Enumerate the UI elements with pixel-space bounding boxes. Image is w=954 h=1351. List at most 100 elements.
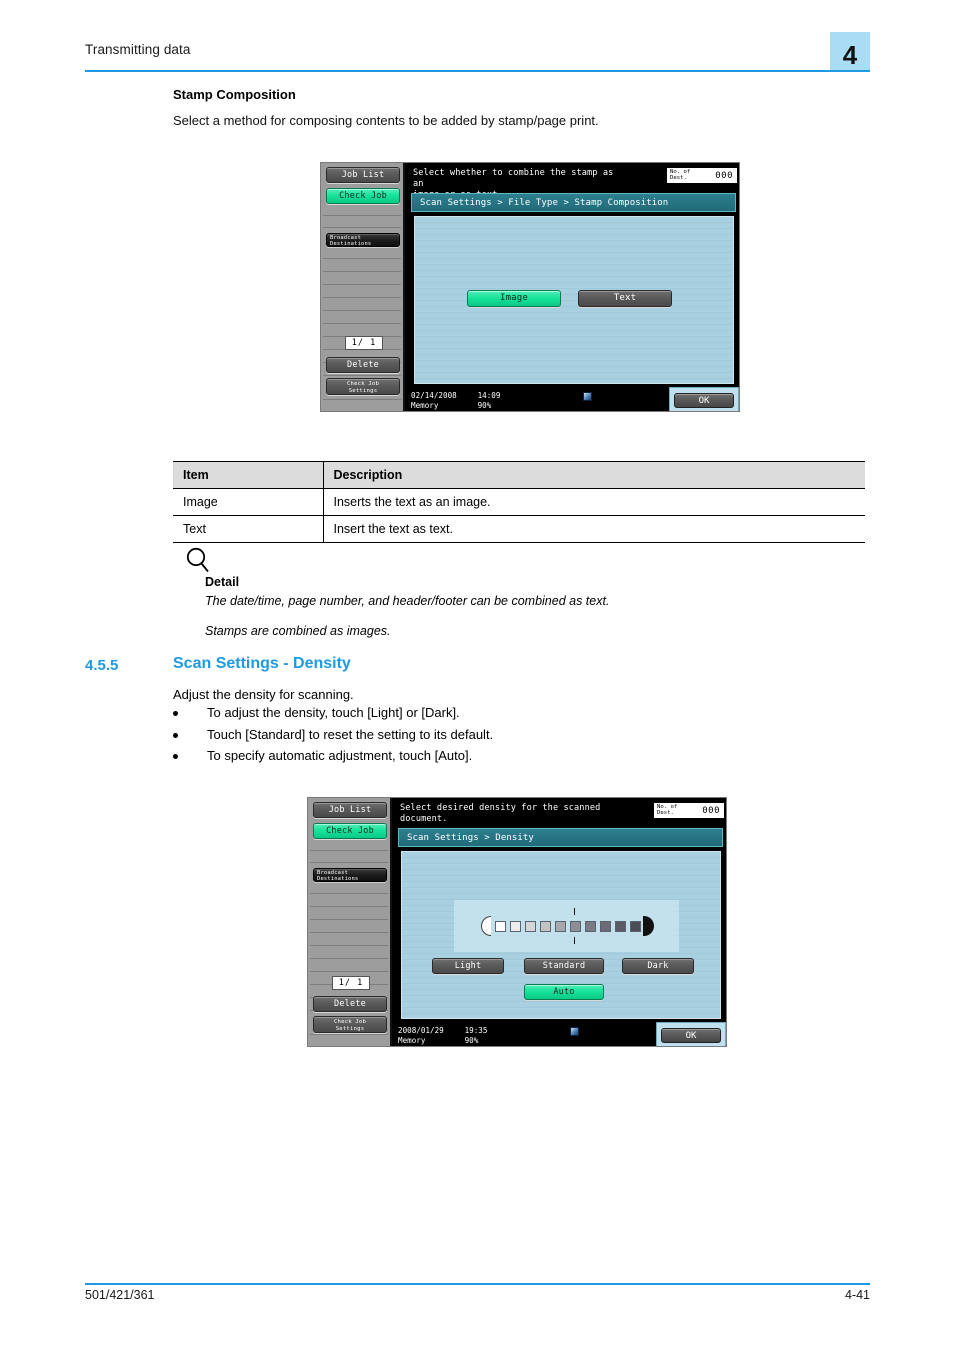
running-header-title: Transmitting data: [85, 42, 191, 57]
ok-button[interactable]: OK: [674, 393, 734, 408]
dest-value: 000: [715, 170, 733, 181]
bullet-icon: [173, 711, 178, 716]
screen2-instruction-text: Select desired density for the scanned d…: [400, 803, 615, 825]
standard-button[interactable]: Standard: [524, 958, 604, 974]
density-step-9[interactable]: [615, 920, 626, 932]
chapter-number: 4: [842, 40, 858, 70]
stamp-composition-heading: Stamp Composition: [173, 87, 296, 102]
detail-line-1: The date/time, page number, and header/f…: [205, 594, 610, 608]
number-of-destinations-indicator: No. of Dest. 000: [666, 167, 738, 184]
ok-button[interactable]: OK: [661, 1028, 721, 1043]
list-item-label: To specify automatic adjustment, touch […: [207, 748, 473, 763]
broadcast-destinations-label-line1: Broadcast: [330, 235, 362, 241]
screen1-memory-value: 90%: [477, 401, 492, 411]
stamp-composition-device-screen: Job List Check Job Broadcast Destination…: [320, 162, 740, 412]
density-step-8[interactable]: [600, 920, 611, 932]
section-intro: Adjust the density for scanning.: [173, 687, 354, 702]
text-option-button[interactable]: Text: [578, 290, 672, 307]
density-step-3[interactable]: [525, 920, 536, 932]
table-row: Image Inserts the text as an image.: [173, 488, 865, 516]
check-job-settings-label-line1: Check Job: [333, 1019, 367, 1025]
screen1-instruction-line1: Select whether to combine the stamp as a…: [413, 168, 614, 190]
screen2-left-rail: Job List Check Job Broadcast Destination…: [308, 798, 392, 1046]
density-marker-top: [574, 908, 575, 915]
footer-page-number: 4-41: [844, 1288, 870, 1302]
screen2-memory-value: 90%: [464, 1036, 479, 1046]
page-counter: 1/ 1: [332, 976, 370, 990]
section-title: Scan Settings - Density: [173, 655, 351, 672]
dest-label: No. of Dest.: [657, 803, 678, 816]
broadcast-destinations-button[interactable]: Broadcast Destinations: [313, 868, 387, 882]
stamp-composition-table: Item Description Image Inserts the text …: [173, 461, 865, 543]
screen2-status-bar: 2008/01/29 19:35 Memory 90%: [394, 1024, 642, 1046]
density-step-6[interactable]: [570, 920, 581, 932]
job-list-button[interactable]: Job List: [313, 802, 387, 818]
footer-rule: [85, 1283, 870, 1285]
bullet-icon: [173, 732, 178, 738]
table-row: Text Insert the text as text.: [173, 515, 865, 543]
screen2-time: 19:35: [464, 1026, 488, 1035]
list-item-label: Touch [Standard] to reset the setting to…: [207, 726, 494, 742]
chapter-number-box: 4: [830, 32, 870, 70]
page-counter: 1/ 1: [345, 336, 383, 350]
table-cell-item: Image: [173, 488, 324, 516]
broadcast-destinations-label-line2: Destinations: [330, 241, 372, 248]
screen2-instruction-line1: Select desired density for the scanned: [400, 803, 601, 813]
screen1-memory-label: Memory: [411, 401, 439, 411]
dark-button[interactable]: Dark: [622, 958, 694, 974]
density-scale-dark-cap: [643, 916, 654, 936]
check-job-settings-button[interactable]: Check Job Settings: [326, 378, 400, 395]
check-job-settings-label-line2: Settings: [335, 1025, 365, 1032]
density-scale-band: [454, 900, 679, 952]
screen2-instruction-line2: document.: [400, 814, 448, 825]
network-icon: [583, 392, 592, 401]
section-number: 4.5.5: [85, 657, 119, 674]
magnifier-icon: [185, 546, 211, 576]
density-scale[interactable]: [481, 916, 654, 936]
broadcast-destinations-button[interactable]: Broadcast Destinations: [326, 233, 400, 247]
stamp-composition-intro: Select a method for composing contents t…: [173, 113, 599, 128]
table-header-item: Item: [173, 461, 324, 489]
table-header-row: Item Description: [173, 461, 865, 489]
table-cell-description: Inserts the text as an image.: [323, 488, 865, 516]
screen1-left-rail: Job List Check Job Broadcast Destination…: [321, 163, 405, 411]
list-item-label: To adjust the density, touch [Light] or …: [207, 705, 460, 720]
auto-button[interactable]: Auto: [524, 984, 604, 1000]
footer-model-numbers: 501/421/361: [85, 1288, 155, 1302]
screen1-ok-area: OK: [669, 387, 739, 411]
detail-heading: Detail: [205, 575, 240, 589]
density-step-7[interactable]: [585, 920, 596, 932]
screen1-date: 02/14/2008: [411, 391, 457, 400]
light-button[interactable]: Light: [432, 958, 504, 974]
job-list-button[interactable]: Job List: [326, 167, 400, 183]
delete-button[interactable]: Delete: [326, 357, 400, 373]
density-device-screen: Job List Check Job Broadcast Destination…: [307, 797, 727, 1047]
screen2-breadcrumb: Scan Settings > Density: [398, 828, 723, 847]
check-job-settings-label-line2: Settings: [348, 387, 378, 394]
screen1-status-bar: 02/14/2008 14:09 Memory 90%: [407, 389, 655, 411]
page-header: Transmitting data 4: [85, 32, 870, 72]
density-step-5[interactable]: [555, 920, 566, 932]
density-step-1[interactable]: [495, 920, 506, 932]
screen2-ok-area: OK: [656, 1022, 726, 1046]
density-step-4[interactable]: [540, 920, 551, 932]
check-job-settings-button[interactable]: Check Job Settings: [313, 1016, 387, 1033]
detail-line-2: Stamps are combined as images.: [205, 624, 391, 638]
check-job-button[interactable]: Check Job: [326, 188, 400, 204]
check-job-button[interactable]: Check Job: [313, 823, 387, 839]
screen2-date: 2008/01/29: [398, 1026, 444, 1035]
delete-button[interactable]: Delete: [313, 996, 387, 1012]
check-job-settings-label-line1: Check Job: [346, 381, 380, 387]
density-scale-light-cap: [481, 916, 491, 936]
image-option-button[interactable]: Image: [467, 290, 561, 307]
table-cell-item: Text: [173, 515, 324, 543]
network-icon: [570, 1027, 579, 1036]
broadcast-destinations-label-line1: Broadcast: [317, 870, 349, 876]
broadcast-destinations-label-line2: Destinations: [317, 876, 359, 883]
dest-label: No. of Dest.: [670, 168, 691, 181]
screen1-breadcrumb: Scan Settings > File Type > Stamp Compos…: [411, 193, 736, 212]
header-rule: [85, 70, 870, 72]
density-step-2[interactable]: [510, 920, 521, 932]
density-step-10[interactable]: [630, 920, 641, 932]
number-of-destinations-indicator: No. of Dest. 000: [653, 802, 725, 819]
